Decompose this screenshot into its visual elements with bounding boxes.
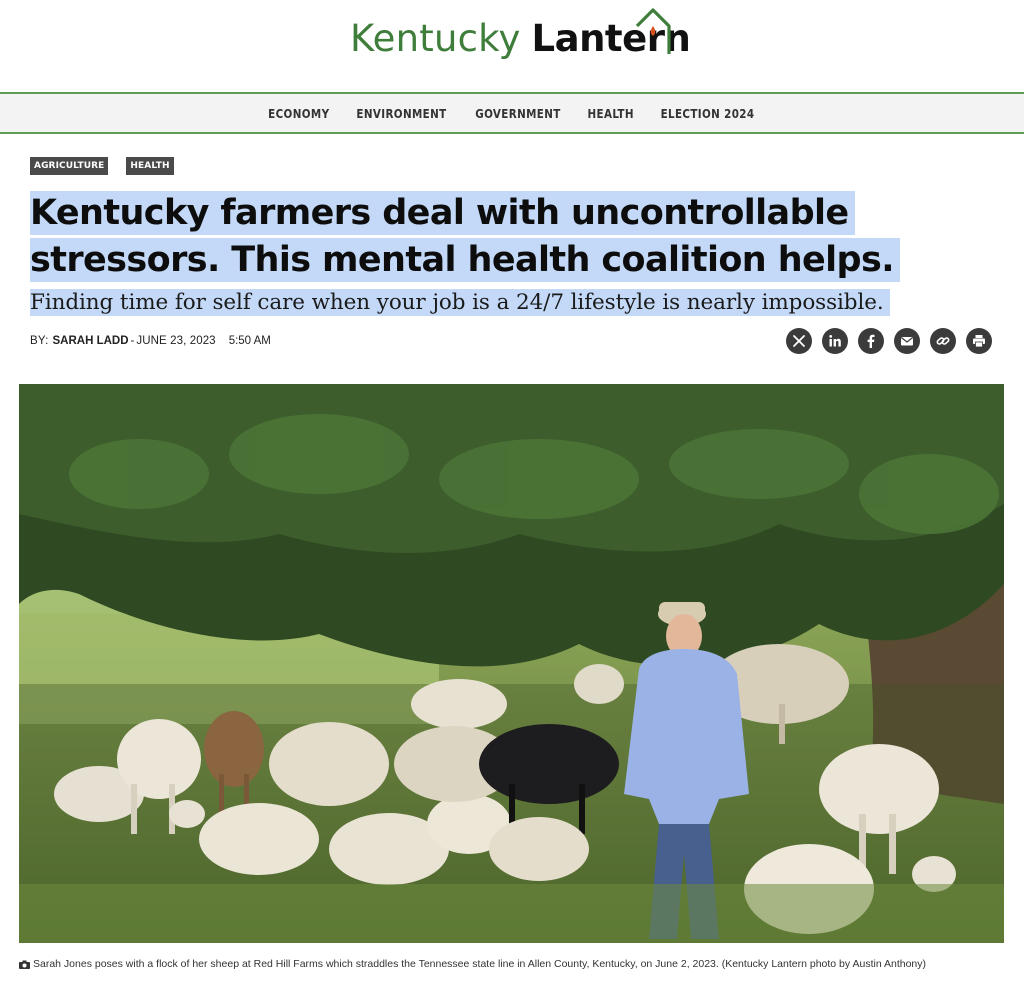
share-facebook-button[interactable]: [858, 328, 884, 354]
nav-item-economy[interactable]: ECONOMY: [258, 106, 339, 121]
share-linkedin-button[interactable]: [822, 328, 848, 354]
publish-time: 5:50 AM: [228, 335, 271, 347]
byline-label: BY:: [30, 335, 49, 347]
byline: BY: SARAH LADD - JUNE 23, 2023 5:50 AM: [30, 335, 271, 347]
email-icon: [900, 337, 914, 346]
author-link[interactable]: SARAH LADD: [53, 335, 129, 347]
masthead: Kentucky Lantern: [0, 0, 1024, 92]
camera-icon: [19, 960, 30, 969]
print-icon: [973, 335, 985, 348]
headline-line-2: stressors. This mental health coalition …: [30, 238, 900, 282]
article-subheadline: Finding time for self care when your job…: [30, 287, 990, 319]
logo-text-kentucky: Kentucky: [350, 17, 521, 60]
nav-item-environment[interactable]: ENVIRONMENT: [347, 106, 456, 121]
x-icon: [793, 335, 805, 347]
farm-photo-illustration: [19, 384, 1004, 943]
lantern-house-icon: [635, 8, 671, 54]
site-logo[interactable]: Kentucky Lantern: [350, 8, 691, 64]
publish-date: JUNE 23, 2023: [136, 335, 216, 347]
subheadline-text: Finding time for self care when your job…: [30, 289, 890, 316]
caption-text: Sarah Jones poses with a flock of her sh…: [33, 958, 927, 970]
nav-item-health[interactable]: HEALTH: [578, 106, 644, 121]
article-tags: AGRICULTURE HEALTH: [30, 157, 174, 175]
share-bar: [786, 328, 992, 354]
linkedin-icon: [829, 335, 841, 347]
nav-item-government[interactable]: GOVERNMENT: [466, 106, 571, 121]
tag-health[interactable]: HEALTH: [126, 157, 174, 175]
nav-item-election-2024[interactable]: ELECTION 2024: [651, 106, 764, 121]
headline-line-1: Kentucky farmers deal with uncontrollabl…: [30, 191, 855, 235]
link-icon: [936, 337, 950, 345]
print-button[interactable]: [966, 328, 992, 354]
main-nav: ECONOMY ENVIRONMENT GOVERNMENT HEALTH EL…: [0, 92, 1024, 134]
copy-link-button[interactable]: [930, 328, 956, 354]
share-email-button[interactable]: [894, 328, 920, 354]
share-x-button[interactable]: [786, 328, 812, 354]
facebook-icon: [867, 334, 875, 348]
article-photo[interactable]: [19, 384, 1004, 943]
tag-agriculture[interactable]: AGRICULTURE: [30, 157, 109, 175]
nav-list: ECONOMY ENVIRONMENT GOVERNMENT HEALTH EL…: [0, 94, 1024, 132]
article-headline: Kentucky farmers deal with uncontrollabl…: [30, 190, 930, 284]
byline-separator: -: [130, 335, 135, 347]
photo-caption: Sarah Jones poses with a flock of her sh…: [19, 958, 926, 970]
